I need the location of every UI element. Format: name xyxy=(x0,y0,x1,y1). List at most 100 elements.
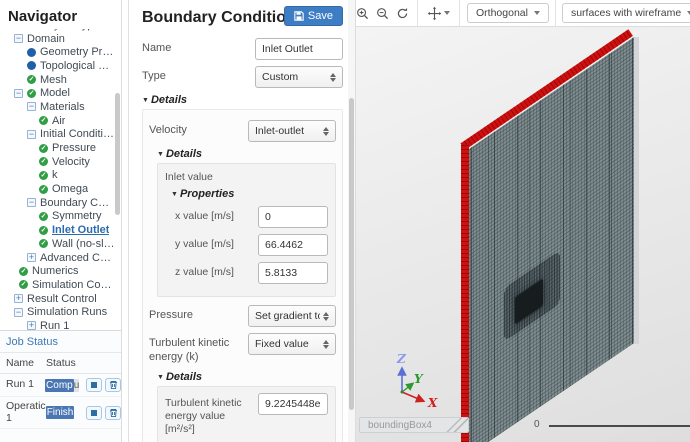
collapse-icon: − xyxy=(27,130,36,139)
stop-job-button[interactable] xyxy=(86,406,102,420)
tree-item[interactable]: ✓ Mesh xyxy=(0,73,115,87)
x-value-input[interactable]: 0 xyxy=(258,206,328,228)
x-axis-label: X xyxy=(427,396,438,410)
tree-item[interactable]: ✓ k xyxy=(0,169,115,183)
tree-item[interactable]: ✓ Wall (no-slip) xyxy=(0,237,115,251)
job-status-panel: Job Status Name Status Run 1 Compu Opera… xyxy=(0,330,121,442)
move-icon xyxy=(427,6,442,21)
x-value-label: x value [m/s] xyxy=(175,206,258,228)
projection-value: Orthogonal xyxy=(476,7,528,19)
tree-item-label: Domain xyxy=(27,33,65,45)
delete-job-button[interactable] xyxy=(105,406,121,420)
velocity-select[interactable]: Inlet-outlet xyxy=(248,120,336,142)
tree-item-label: Symmetry xyxy=(52,210,102,222)
render-canvas[interactable]: Z Y X boundingBox4 0 xyxy=(356,27,690,442)
tree-item[interactable]: Topological Entity ... xyxy=(0,59,115,73)
check-icon: ✓ xyxy=(39,157,48,166)
tree-item[interactable]: − Boundary Conditio... xyxy=(0,196,115,210)
navigator-scrollbar[interactable] xyxy=(115,93,120,215)
tree-item-label: Materials xyxy=(40,101,85,113)
tree-item[interactable]: ✓ Simulation Control xyxy=(0,278,115,292)
panel-header: Boundary Condition Save xyxy=(129,0,355,30)
tree-item-label: Model xyxy=(40,87,70,99)
job-column-name: Name xyxy=(6,357,46,369)
y-value-input[interactable]: 66.4462 xyxy=(258,234,328,256)
expand-icon: + xyxy=(14,294,23,303)
pressure-select[interactable]: Set gradient to ze xyxy=(248,305,336,327)
viewport-toolbar: Orthogonal surfaces with wireframe xyxy=(356,0,690,27)
pan-move-button[interactable] xyxy=(427,6,442,21)
stop-job-button[interactable] xyxy=(86,378,102,392)
collapse-icon: − xyxy=(27,102,36,111)
job-status-table-header: Name Status xyxy=(0,353,121,374)
tree-item[interactable]: − Simulation Runs xyxy=(0,305,115,319)
tree-item-label: Run 1 xyxy=(40,320,69,330)
tree-item[interactable]: + Result Control xyxy=(0,292,115,306)
tke-details-header[interactable]: ▼Details xyxy=(157,371,336,383)
reset-view-button[interactable] xyxy=(396,7,409,20)
collapse-icon: − xyxy=(14,34,23,43)
panel-scrollbar[interactable] xyxy=(349,98,354,410)
panel-scrollbar-track[interactable] xyxy=(348,0,355,442)
zoom-out-button[interactable] xyxy=(376,7,389,20)
check-icon: ✓ xyxy=(19,267,28,276)
tree-item[interactable]: ✓ Omega xyxy=(0,182,115,196)
details-box: Velocity Inlet-outlet ▼Details Inlet val… xyxy=(142,109,343,442)
viewport-3d[interactable]: Orthogonal surfaces with wireframe xyxy=(355,0,690,442)
mesh-plane-side-face xyxy=(634,37,639,344)
tree-item[interactable]: + Advanced Concepts xyxy=(0,251,115,265)
check-icon: ✓ xyxy=(27,75,36,84)
tree-item[interactable]: − Domain xyxy=(0,32,115,46)
navigator-title: Navigator xyxy=(0,0,121,29)
check-icon: ✓ xyxy=(19,280,28,289)
velocity-label: Velocity xyxy=(149,120,248,142)
refresh-icon xyxy=(396,7,409,20)
bounding-box-label[interactable]: boundingBox4 xyxy=(359,417,469,433)
job-status-title: Job Status xyxy=(0,331,121,353)
entity-dot-icon xyxy=(27,61,36,70)
z-value-label: z value [m/s] xyxy=(175,262,258,284)
y-axis xyxy=(402,385,411,392)
save-button[interactable]: Save xyxy=(284,6,343,26)
delete-job-button[interactable] xyxy=(105,378,121,392)
tree-item[interactable]: − Materials xyxy=(0,100,115,114)
tree-item-label: Boundary Conditio... xyxy=(40,197,115,209)
tree-item[interactable]: ✓ Velocity xyxy=(0,155,115,169)
tree-item[interactable]: ✓ Symmetry xyxy=(0,210,115,224)
tree-item[interactable]: −✓ Model xyxy=(0,86,115,100)
name-input[interactable]: Inlet Outlet xyxy=(255,38,343,60)
expand-icon: + xyxy=(27,253,36,262)
velocity-details-header[interactable]: ▼Details xyxy=(157,148,336,160)
zoom-in-button[interactable] xyxy=(356,7,369,20)
trash-icon xyxy=(109,380,118,390)
tree-item-label: Omega xyxy=(52,183,88,195)
tree-item[interactable]: Geometry Primitiv... xyxy=(0,45,115,59)
check-icon: ✓ xyxy=(39,171,48,180)
tke-details-box: Turbulent kinetic energy value [m²/s²] 9… xyxy=(157,386,336,442)
inlet-value-label: Inlet value xyxy=(165,171,328,183)
projection-select[interactable]: Orthogonal xyxy=(467,3,549,23)
tree-item[interactable]: ✓ Pressure xyxy=(0,141,115,155)
check-icon: ✓ xyxy=(39,116,48,125)
z-value-input[interactable]: 5.8133 xyxy=(258,262,328,284)
job-status-row: Operatic 1 Finish xyxy=(0,397,121,429)
details-header[interactable]: ▼Details xyxy=(142,94,343,106)
tree-item-label: Velocity xyxy=(52,156,90,168)
render-mode-value: surfaces with wireframe xyxy=(571,7,681,19)
type-select[interactable]: Custom xyxy=(255,66,343,88)
tree-item[interactable]: − Initial Conditions xyxy=(0,128,115,142)
x-axis xyxy=(402,392,421,400)
chevron-down-icon xyxy=(534,11,540,15)
tree-item[interactable]: ✓ Air xyxy=(0,114,115,128)
properties-header[interactable]: ▼Properties xyxy=(171,188,328,200)
check-icon: ✓ xyxy=(27,89,36,98)
job-column-status: Status xyxy=(46,357,90,369)
collapse-icon: − xyxy=(27,198,36,207)
tree-item[interactable]: + Run 1 xyxy=(0,319,115,330)
tke-value-input[interactable]: 9.2245448e-7 xyxy=(258,393,328,415)
render-mode-select[interactable]: surfaces with wireframe xyxy=(562,3,690,23)
tree-item[interactable]: ✓ Numerics xyxy=(0,264,115,278)
tree-item[interactable]: ✓ Inlet Outlet xyxy=(0,223,115,237)
chevron-down-icon[interactable] xyxy=(444,11,450,15)
tke-select[interactable]: Fixed value xyxy=(248,333,336,355)
